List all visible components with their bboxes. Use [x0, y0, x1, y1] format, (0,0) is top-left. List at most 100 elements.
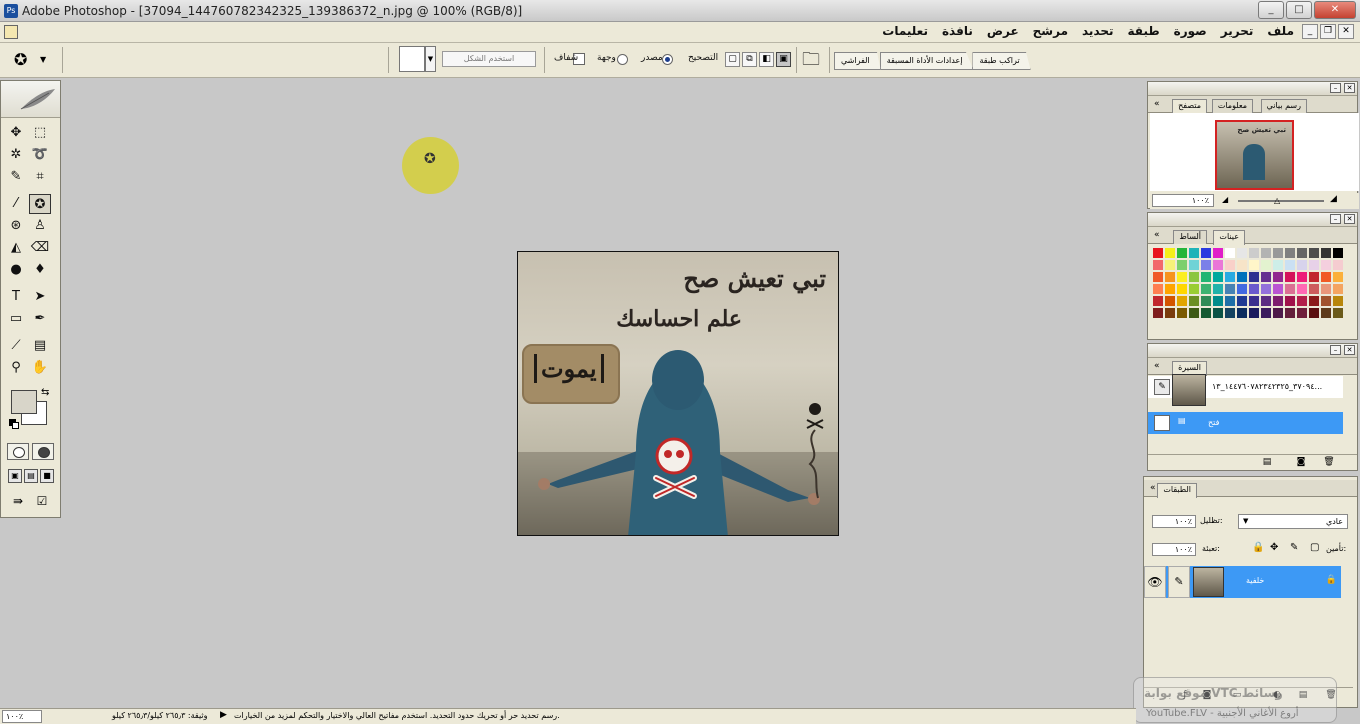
- color-swatch[interactable]: [1296, 247, 1308, 259]
- color-swatch[interactable]: [1248, 283, 1260, 295]
- color-swatch[interactable]: [1284, 247, 1296, 259]
- destination-radio[interactable]: [617, 54, 628, 65]
- brush-tool-icon[interactable]: ⁄: [5, 194, 27, 214]
- panel-minimize-button[interactable]: –: [1330, 83, 1341, 93]
- patch-tool-icon[interactable]: ✪: [29, 194, 51, 214]
- history-source-icon[interactable]: ▸: [1154, 415, 1170, 431]
- double-chevron-icon[interactable]: «: [1150, 483, 1156, 493]
- color-swatch[interactable]: [1188, 295, 1200, 307]
- add-selection-mode-icon[interactable]: ⧉: [742, 52, 757, 67]
- color-swatch[interactable]: [1236, 259, 1248, 271]
- opacity-input[interactable]: ١٠٠٪: [1152, 515, 1196, 528]
- imageready-check-icon[interactable]: ☑: [31, 493, 53, 510]
- tab-histogram[interactable]: رسم بياني: [1260, 99, 1307, 113]
- zoom-tool-icon[interactable]: ⚲: [5, 358, 27, 378]
- patch-tool-preset-icon[interactable]: ✪: [14, 51, 34, 69]
- color-swatch[interactable]: [1320, 259, 1332, 271]
- blend-mode-select[interactable]: ▼ عادي: [1238, 514, 1348, 529]
- lock-all-icon[interactable]: 🔒: [1252, 542, 1264, 553]
- color-swatch[interactable]: [1284, 283, 1296, 295]
- color-swatch[interactable]: [1320, 295, 1332, 307]
- color-swatch[interactable]: [1176, 307, 1188, 319]
- color-swatch[interactable]: [1188, 271, 1200, 283]
- color-swatch[interactable]: [1152, 295, 1164, 307]
- notes-tool-icon[interactable]: ▤: [29, 336, 51, 356]
- maximize-button[interactable]: □: [1286, 1, 1312, 19]
- color-swatch[interactable]: [1284, 295, 1296, 307]
- panel-close-button[interactable]: ✕: [1344, 214, 1355, 224]
- fill-input[interactable]: ١٠٠٪: [1152, 543, 1196, 556]
- color-swatch[interactable]: [1308, 259, 1320, 271]
- palette-well-icon[interactable]: 🗀: [802, 49, 826, 71]
- intersect-selection-mode-icon[interactable]: ▣: [776, 52, 791, 67]
- color-swatch[interactable]: [1284, 259, 1296, 271]
- color-swatch[interactable]: [1260, 307, 1272, 319]
- full-screen-mode-icon[interactable]: ■: [40, 469, 54, 483]
- tab-info[interactable]: معلومات: [1211, 99, 1253, 113]
- panel-titlebar[interactable]: – ✕: [1148, 213, 1357, 227]
- color-swatch[interactable]: [1200, 283, 1212, 295]
- color-swatch[interactable]: [1224, 307, 1236, 319]
- color-swatch[interactable]: [1296, 283, 1308, 295]
- history-brush-tool-icon[interactable]: ⊛: [5, 216, 27, 236]
- doc-close-button[interactable]: ✕: [1338, 24, 1354, 39]
- color-swatch[interactable]: [1272, 307, 1284, 319]
- panel-minimize-button[interactable]: –: [1330, 214, 1341, 224]
- tab-layer-comps[interactable]: تراكب طبقة: [972, 52, 1031, 70]
- color-swatch[interactable]: [1200, 271, 1212, 283]
- color-swatch[interactable]: [1320, 247, 1332, 259]
- color-swatch[interactable]: [1152, 307, 1164, 319]
- color-swatch[interactable]: [1176, 259, 1188, 271]
- trash-icon[interactable]: 🗑: [1322, 457, 1336, 468]
- chevron-down-icon[interactable]: ▼: [425, 46, 436, 72]
- color-swatch[interactable]: [1332, 247, 1344, 259]
- color-swatch[interactable]: [1260, 271, 1272, 283]
- color-swatch[interactable]: [1176, 271, 1188, 283]
- zoom-slider-knob[interactable]: △: [1274, 196, 1280, 205]
- doc-restore-button[interactable]: ❐: [1320, 24, 1336, 39]
- color-swatch[interactable]: [1236, 271, 1248, 283]
- color-swatch[interactable]: [1272, 283, 1284, 295]
- swap-colors-icon[interactable]: ⇆: [41, 387, 49, 398]
- pen-tool-icon[interactable]: ✒: [29, 309, 51, 329]
- standard-screen-mode-icon[interactable]: ▣: [8, 469, 22, 483]
- color-swatch[interactable]: [1272, 271, 1284, 283]
- crop-tool-icon[interactable]: ⌗: [29, 167, 51, 187]
- type-tool-icon[interactable]: T: [5, 287, 27, 307]
- color-swatch[interactable]: [1224, 259, 1236, 271]
- menu-image[interactable]: صورة: [1174, 24, 1207, 38]
- zoom-out-icon[interactable]: ◢: [1222, 195, 1228, 204]
- color-swatch[interactable]: [1332, 307, 1344, 319]
- color-swatch[interactable]: [1308, 247, 1320, 259]
- color-swatch[interactable]: [1212, 295, 1224, 307]
- tab-tool-presets[interactable]: إعدادات الأداة المسبقة: [879, 52, 974, 70]
- lasso-tool-icon[interactable]: ➰: [29, 145, 51, 165]
- color-swatch[interactable]: [1320, 307, 1332, 319]
- history-state-open[interactable]: ▸ ▤ فتح: [1148, 412, 1343, 434]
- use-pattern-button[interactable]: استخدم الشكل: [442, 51, 536, 67]
- color-swatch[interactable]: [1320, 283, 1332, 295]
- tab-layers[interactable]: الطبقات: [1157, 483, 1197, 498]
- color-swatch[interactable]: [1308, 283, 1320, 295]
- color-swatch[interactable]: [1296, 295, 1308, 307]
- color-swatch[interactable]: [1320, 271, 1332, 283]
- color-swatch[interactable]: [1212, 259, 1224, 271]
- color-swatch[interactable]: [1224, 271, 1236, 283]
- color-swatch[interactable]: [1188, 259, 1200, 271]
- layer-brush-icon[interactable]: ✎: [1168, 566, 1190, 598]
- menu-file[interactable]: ملف: [1267, 24, 1294, 38]
- color-swatch[interactable]: [1284, 271, 1296, 283]
- color-swatch[interactable]: [1188, 307, 1200, 319]
- color-swatch[interactable]: [1308, 271, 1320, 283]
- move-tool-icon[interactable]: ✥: [5, 123, 27, 143]
- clone-stamp-tool-icon[interactable]: ♙: [29, 216, 51, 236]
- color-swatch[interactable]: [1272, 247, 1284, 259]
- tab-swatches[interactable]: عينات: [1213, 230, 1245, 245]
- minimize-button[interactable]: _: [1258, 1, 1284, 19]
- color-swatch[interactable]: [1212, 247, 1224, 259]
- menu-view[interactable]: عرض: [987, 24, 1019, 38]
- color-swatch[interactable]: [1332, 259, 1344, 271]
- color-swatch[interactable]: [1260, 259, 1272, 271]
- color-swatch[interactable]: [1224, 247, 1236, 259]
- color-swatch[interactable]: [1200, 295, 1212, 307]
